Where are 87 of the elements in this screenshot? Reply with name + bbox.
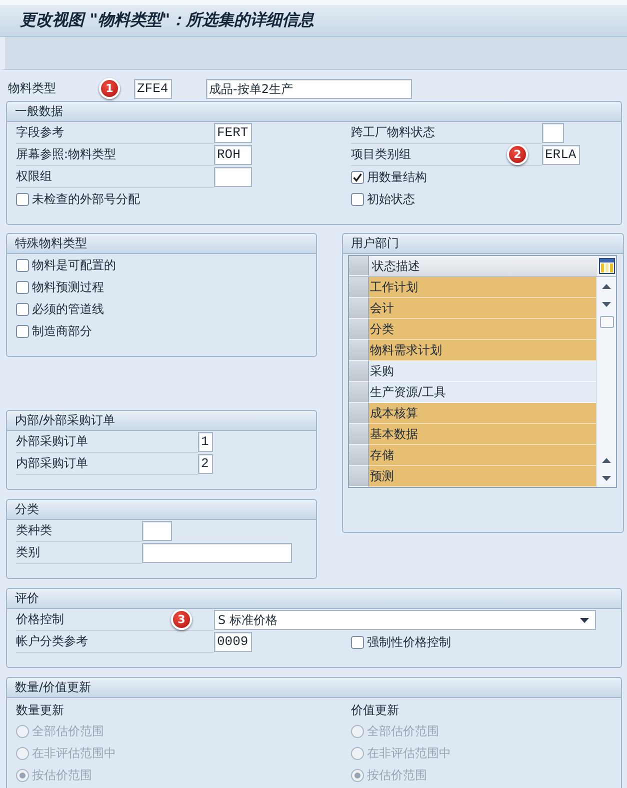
input-field[interactable] [542,123,564,143]
column-header[interactable]: 状态描述 [369,256,597,276]
section-label: 价值更新 [351,703,399,717]
list-row[interactable]: 物料需求计划 [369,340,596,361]
input-field[interactable]: 0009 [214,632,252,652]
input-field[interactable] [142,543,292,563]
checkbox-label: 物料是可配置的 [32,256,116,274]
checkbox[interactable] [16,324,29,338]
checkbox[interactable] [16,280,29,294]
field-label: 价格控制 [16,612,64,626]
input-field[interactable] [214,167,252,187]
list-row[interactable]: 预测 [369,466,596,487]
section-label: 数量更新 [16,703,64,717]
group-title: 特殊物料类型 [7,234,316,254]
window-title: 更改视图 "物料类型"：所选集的详细信息 [20,10,314,31]
input-field[interactable]: ERLA [542,145,580,165]
radio-label: 按估价范围 [367,766,427,784]
row-selector[interactable] [349,466,369,487]
checkbox-label: 用数量结构 [367,168,427,186]
scroll-up-icon[interactable] [602,284,611,288]
row-selector[interactable] [349,403,369,424]
group-title: 数量/价值更新 [7,678,621,698]
field-label: 字段参考 [16,125,64,139]
table-settings-icon[interactable] [598,258,614,274]
checkbox[interactable] [16,192,29,206]
input-field[interactable]: ZFE4 [134,79,172,99]
checkbox[interactable] [16,302,29,316]
select-all-button[interactable] [349,256,369,276]
input-field[interactable]: 2 [198,454,213,474]
checkbox-label: 必须的管道线 [32,300,104,318]
row-selector[interactable] [349,445,369,466]
checkbox-label: 制造商部分 [32,322,92,340]
field-label: 项目类别组 [351,147,411,161]
caret-down-icon [580,618,589,622]
row-selector[interactable] [349,298,369,319]
checkbox-label: 初始状态 [367,190,415,208]
checkbox-label: 物料预测过程 [32,278,104,296]
list-row[interactable]: 工作计划 [369,277,596,298]
field-label: 类别 [16,545,40,559]
list-row[interactable]: 分类 [369,319,596,340]
list-row[interactable]: 成本核算 [369,403,596,424]
scroll-up-icon[interactable] [602,458,611,462]
scroll-down-icon[interactable] [602,302,611,306]
checkbox-label: 未检查的外部号分配 [32,190,140,208]
list-row[interactable]: 基本数据 [369,424,596,445]
row-selector[interactable] [349,361,369,382]
field-label: 类种类 [16,523,52,537]
row-selector[interactable] [349,319,369,340]
row-selector[interactable] [349,424,369,445]
input-field[interactable] [142,521,172,541]
radio-label: 在非评估范围中 [367,744,451,762]
row-selector[interactable] [349,277,369,298]
step-marker: 1 [99,78,120,99]
group-title: 一般数据 [7,102,621,122]
row-selector[interactable] [349,340,369,361]
input-field[interactable]: 成品-按单2生产 [206,79,412,99]
step-marker: 3 [171,609,192,630]
radio-label: 全部估价范围 [32,722,104,740]
field-label: 屏幕参照:物料类型 [16,147,116,161]
field-label: 权限组 [16,169,52,183]
list-row[interactable]: 存储 [369,445,596,466]
checkbox[interactable] [351,170,364,184]
dropdown[interactable]: S 标准价格 [214,610,596,630]
group-title: 分类 [7,500,316,520]
checkbox[interactable] [351,192,364,206]
checkbox[interactable] [16,258,29,272]
field-label: 物料类型 [8,81,56,95]
checkbox-label: 强制性价格控制 [367,634,451,650]
group-title: 评价 [7,589,621,609]
radio-label: 按估价范围 [32,766,92,784]
input-field[interactable]: FERT [214,123,252,143]
scroll-thumb[interactable] [600,316,614,328]
group-title: 用户部门 [343,234,623,254]
field-label: 跨工厂物料状态 [351,125,435,139]
field-label: 内部采购订单 [16,456,88,470]
scroll-down-icon[interactable] [602,476,611,480]
group-title: 内部/外部采购订单 [7,411,316,431]
radio-label: 在非评估范围中 [32,744,116,762]
list-row[interactable]: 会计 [369,298,596,319]
checkbox[interactable] [351,636,364,648]
input-field[interactable]: ROH [214,145,252,165]
field-label: 帐户分类参考 [16,634,88,648]
step-marker: 2 [507,144,528,165]
field-label: 外部采购订单 [16,434,88,448]
radio-label: 全部估价范围 [367,722,439,740]
input-field[interactable]: 1 [198,432,213,452]
row-selector[interactable] [349,382,369,403]
